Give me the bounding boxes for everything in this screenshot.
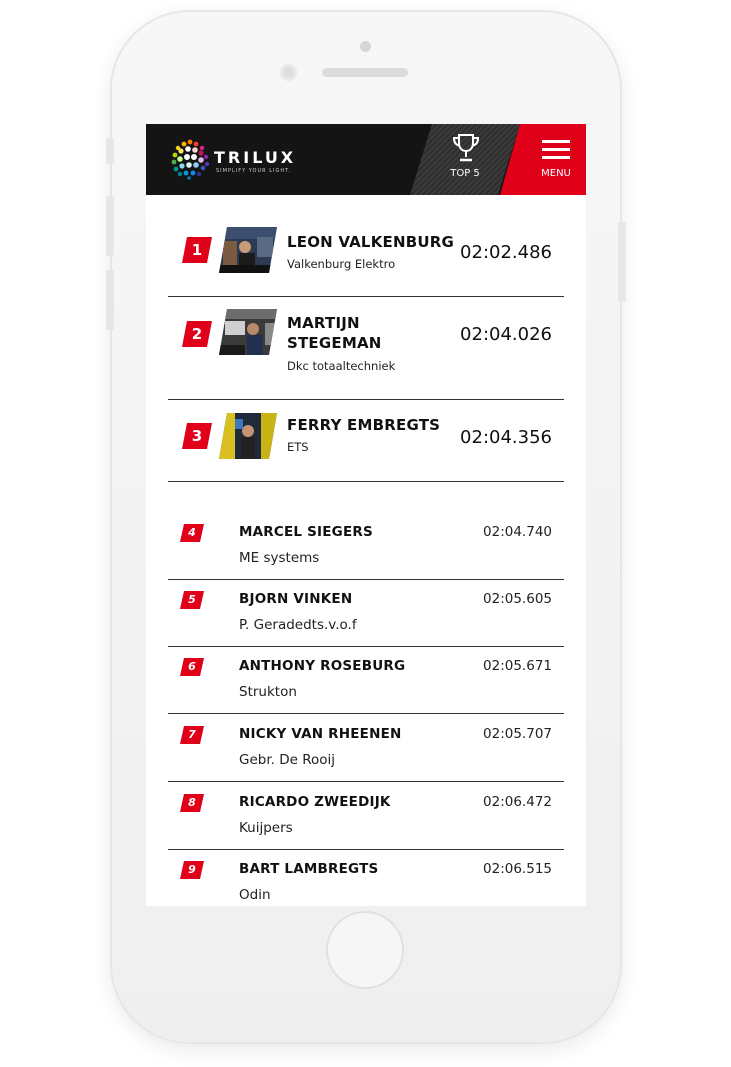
rank-badge: 3	[182, 423, 212, 449]
racer-company: ETS	[287, 440, 309, 454]
rank-badge: 4	[180, 524, 204, 542]
rank-badge: 7	[180, 726, 204, 744]
racer-name: MARTIJN STEGEMAN	[287, 314, 382, 352]
racer-company: Valkenburg Elektro	[287, 257, 396, 271]
logo-wordmark: TRILUX	[214, 148, 297, 167]
logo-globe-icon	[171, 139, 210, 180]
lap-time: 02:04.356	[460, 427, 552, 448]
racer-company: Kuijpers	[239, 820, 293, 836]
racer-name: MARCEL SIEGERS	[239, 524, 373, 540]
racer-name: BJORN VINKEN	[239, 591, 353, 607]
racer-name: NICKY VAN RHEENEN	[239, 726, 402, 742]
row-divider	[168, 481, 564, 482]
mute-switch	[106, 138, 114, 164]
power-button	[618, 222, 626, 302]
lap-time: 02:05.671	[483, 658, 552, 674]
rank-badge: 6	[180, 658, 204, 676]
racer-name: LEON VALKENBURG	[287, 233, 454, 251]
ranking-row-6[interactable]: 6 ANTHONY ROSEBURG Strukton 02:05.671	[168, 647, 564, 714]
ranking-row-8[interactable]: 8 RICARDO ZWEEDIJK Kuijpers 02:06.472	[168, 783, 564, 850]
lap-time: 02:05.605	[483, 591, 552, 607]
racer-photo	[219, 413, 277, 459]
volume-up-button	[106, 196, 114, 256]
app-header: TRILUX SIMPLIFY YOUR LIGHT. TOP 5 MENU	[146, 124, 586, 195]
rank-badge: 8	[180, 794, 204, 812]
ranking-row-5[interactable]: 5 BJORN VINKEN P. Geradedts.v.o.f 02:05.…	[168, 580, 564, 647]
row-divider	[168, 781, 564, 782]
row-divider	[168, 713, 564, 714]
racer-company: Odin	[239, 887, 271, 903]
top5-label: TOP 5	[450, 168, 480, 179]
proximity-sensor	[280, 64, 297, 81]
racer-name: BART LAMBREGTS	[239, 861, 379, 877]
racer-company: ME systems	[239, 550, 320, 566]
lap-time: 02:04.740	[483, 524, 552, 540]
rank-badge: 5	[180, 591, 204, 609]
logo-tagline: SIMPLIFY YOUR LIGHT.	[216, 168, 292, 174]
app-screen: TRILUX SIMPLIFY YOUR LIGHT. TOP 5 MENU 1	[146, 124, 586, 906]
racer-company: Strukton	[239, 684, 297, 700]
racer-name: FERRY EMBREGTS	[287, 416, 441, 434]
lap-time: 02:02.486	[460, 242, 552, 263]
rank-badge: 2	[182, 321, 212, 347]
racer-photo	[219, 227, 277, 273]
menu-label: MENU	[541, 168, 571, 179]
lap-time: 02:06.472	[483, 794, 552, 810]
trophy-icon	[452, 134, 480, 162]
racer-photo-image	[219, 413, 277, 459]
rank-badge: 9	[180, 861, 204, 879]
racer-company: Dkc totaaltechniek	[287, 359, 396, 373]
home-button[interactable]	[326, 911, 404, 989]
trilux-logo[interactable]: TRILUX SIMPLIFY YOUR LIGHT.	[168, 136, 348, 182]
racer-name: ANTHONY ROSEBURG	[239, 658, 406, 674]
racer-name: RICARDO ZWEEDIJK	[239, 794, 391, 810]
racer-photo	[219, 309, 277, 355]
racer-photo-image	[219, 227, 277, 273]
lap-time: 02:06.515	[483, 861, 552, 877]
racer-company: Gebr. De Rooij	[239, 752, 336, 768]
front-camera	[360, 41, 371, 52]
rank-badge: 1	[182, 237, 212, 263]
lap-time: 02:04.026	[460, 324, 552, 345]
hamburger-icon	[542, 140, 570, 160]
earpiece-speaker	[322, 68, 408, 77]
racer-company: P. Geradedts.v.o.f	[239, 617, 357, 633]
ranking-row-7[interactable]: 7 NICKY VAN RHEENEN Gebr. De Rooij 02:05…	[168, 715, 564, 782]
podium-row-2[interactable]: 2 MARTIJN STEGEMAN Dkc totaaltechniek 02…	[168, 297, 564, 400]
volume-down-button	[106, 270, 114, 330]
podium-row-1[interactable]: 1 LEON VALKENBURG Valkenburg Elektro 02:…	[168, 218, 564, 297]
ranking-row-4[interactable]: 4 MARCEL SIEGERS ME systems 02:04.740	[168, 513, 564, 580]
lap-time: 02:05.707	[483, 726, 552, 742]
ranking-row-9[interactable]: 9 BART LAMBREGTS Odin 02:06.515	[168, 850, 564, 906]
racer-photo-image	[219, 309, 277, 355]
podium-row-3[interactable]: 3 FERRY EMBREGTS ETS 02:04.356	[168, 400, 564, 482]
